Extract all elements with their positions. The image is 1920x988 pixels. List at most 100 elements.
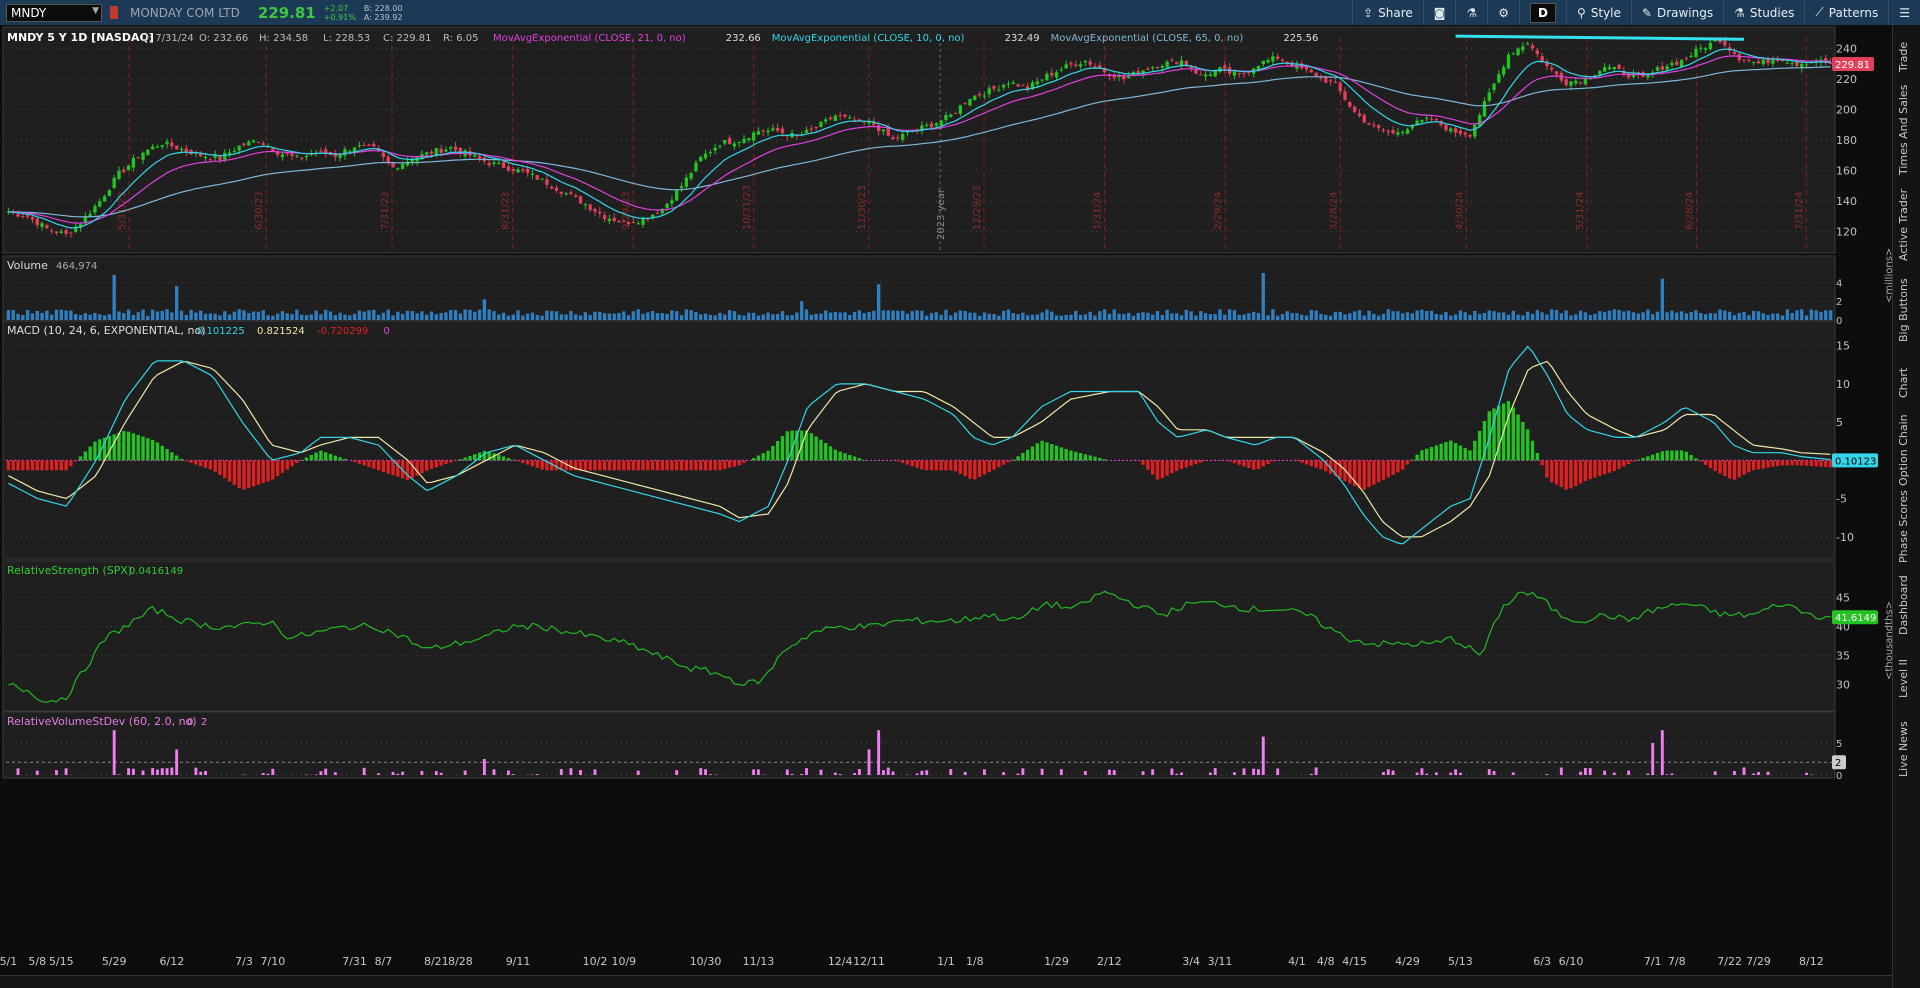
macd-histogram-bar [670,460,674,471]
volume-bar [1170,313,1174,320]
period-button[interactable]: D [1518,0,1566,25]
candle-body [69,232,73,234]
share-button[interactable]: ⇪ Share [1352,0,1423,25]
settings-button[interactable]: ⚙ [1487,0,1519,25]
volume-bar [1516,314,1520,320]
macd-histogram-bar [45,460,49,471]
volume-bar [622,311,626,320]
sidebar-tab-level-ii[interactable]: Level II [1897,653,1917,703]
macd-histogram-bar [1588,460,1592,480]
macd-histogram-bar [343,458,347,461]
camera-button[interactable]: ◙ [1422,0,1456,25]
volume-bar [1718,309,1722,320]
sidebar-tab-phase-scores[interactable]: Phase Scores [1897,490,1917,563]
volume-bar [1425,311,1429,320]
volume-bar [1357,310,1362,320]
x-tick-label: 1/29 [1044,955,1069,968]
volume-bar [1545,314,1549,320]
x-tick-label: 5/13 [1448,955,1473,968]
candle-body [1574,80,1578,84]
volume-bar [1319,313,1323,320]
chevron-down-icon[interactable]: ▼ [92,6,99,16]
symbol-input[interactable]: MNDY ▼ [6,3,102,22]
rvol-bar [1603,770,1607,775]
candle-body [1434,119,1439,121]
volume-bar [1641,312,1645,320]
candle-body [723,139,727,144]
patterns-button[interactable]: ⟋ Patterns [1804,0,1888,25]
price-tick-label: 240 [1836,42,1857,55]
pane-frame-rs [2,560,1836,712]
rvol-bar [886,767,890,775]
macd-histogram-bar [511,459,515,461]
volume-bar [21,315,25,320]
bottom-scrollbar[interactable] [0,975,1892,988]
candle-body [146,149,150,155]
macd-histogram-bar [1189,460,1193,466]
candle-body [1804,64,1809,66]
macd-histogram-bar [1025,449,1030,461]
candle-body [1271,56,1275,62]
volume-bar [40,312,44,320]
x-tick-label: 4/29 [1395,955,1420,968]
studies-button[interactable]: ⚗ Studies [1723,0,1804,25]
candle-body [521,169,525,171]
style-button[interactable]: ⚲ Style [1565,0,1631,25]
sidebar-tab-big-buttons[interactable]: Big Buttons [1897,275,1917,345]
candle-body [1396,132,1400,135]
sidebar-tab-active-trader[interactable]: Active Trader [1897,185,1917,265]
candle-body [304,155,309,158]
chart-area[interactable]: 5/31/23 6/30/23 7/31/23 8/31/23 9/29/23 10/31… [0,25,1895,975]
macd-histogram-bar [381,460,386,472]
macd-histogram-bar [463,457,467,461]
volume-bar [1102,309,1107,320]
volume-bar [1583,312,1588,320]
macd-histogram-bar [1251,460,1256,470]
flag-icon[interactable] [110,6,118,19]
drawings-button[interactable]: ✎ Drawings [1630,0,1723,25]
x-tick-label: 7/29 [1746,955,1771,968]
sidebar-tab-dashboard[interactable]: Dashboard [1897,570,1917,640]
macd-histogram-bar [174,455,179,461]
macd-histogram-bar [1372,460,1376,485]
macd-histogram-bar [1617,460,1621,469]
rvol-bar [434,771,438,775]
chart-svg[interactable]: 5/31/23 6/30/23 7/31/23 8/31/23 9/29/23 10/31… [0,25,1895,975]
flask-button[interactable]: ⚗ [1455,0,1487,25]
volume-bar [74,314,78,320]
volume-bar [785,315,789,320]
macd-histogram-bar [1790,460,1794,466]
volume-bar [1324,314,1328,320]
candle-body [1747,59,1751,61]
volume-bar [1352,311,1357,320]
candle-body [64,230,68,234]
macd-histogram-bar [1271,460,1275,462]
volume-bar [1761,313,1765,320]
rvol-bar [1545,774,1549,775]
macd-histogram-bar [1631,460,1636,462]
sidebar-tab-chart[interactable]: Chart [1897,355,1917,411]
pane-frame-macd [2,320,1836,560]
rvol-bar [1660,730,1664,775]
candle-body [1771,59,1775,64]
menu-button[interactable]: ☰ [1888,0,1920,25]
candle-body [1468,134,1472,137]
candle-body [280,154,285,157]
price-tick-label: 140 [1836,195,1857,208]
volume-bar [1208,314,1213,320]
macd-histogram-bar [1449,440,1453,461]
macd-histogram-bar [290,460,294,467]
macd-histogram-bar [622,460,626,471]
rs-tick-label: 45 [1836,591,1850,604]
macd-histogram-bar [1828,460,1833,468]
sidebar-tab-live-news[interactable]: Live News [1897,715,1917,783]
sidebar-tab-option-chain[interactable]: Option Chain [1897,414,1917,486]
macd-histogram-bar [112,434,116,461]
candle-body [694,162,698,172]
sidebar-tab-trade[interactable]: Trade [1897,33,1917,81]
macd-histogram-bar [1304,460,1309,465]
volume-bar [391,315,395,320]
macd-histogram-bar [49,460,54,471]
sidebar-tab-times-and-sales[interactable]: Times And Sales [1897,85,1917,175]
volume-bar [54,309,59,320]
